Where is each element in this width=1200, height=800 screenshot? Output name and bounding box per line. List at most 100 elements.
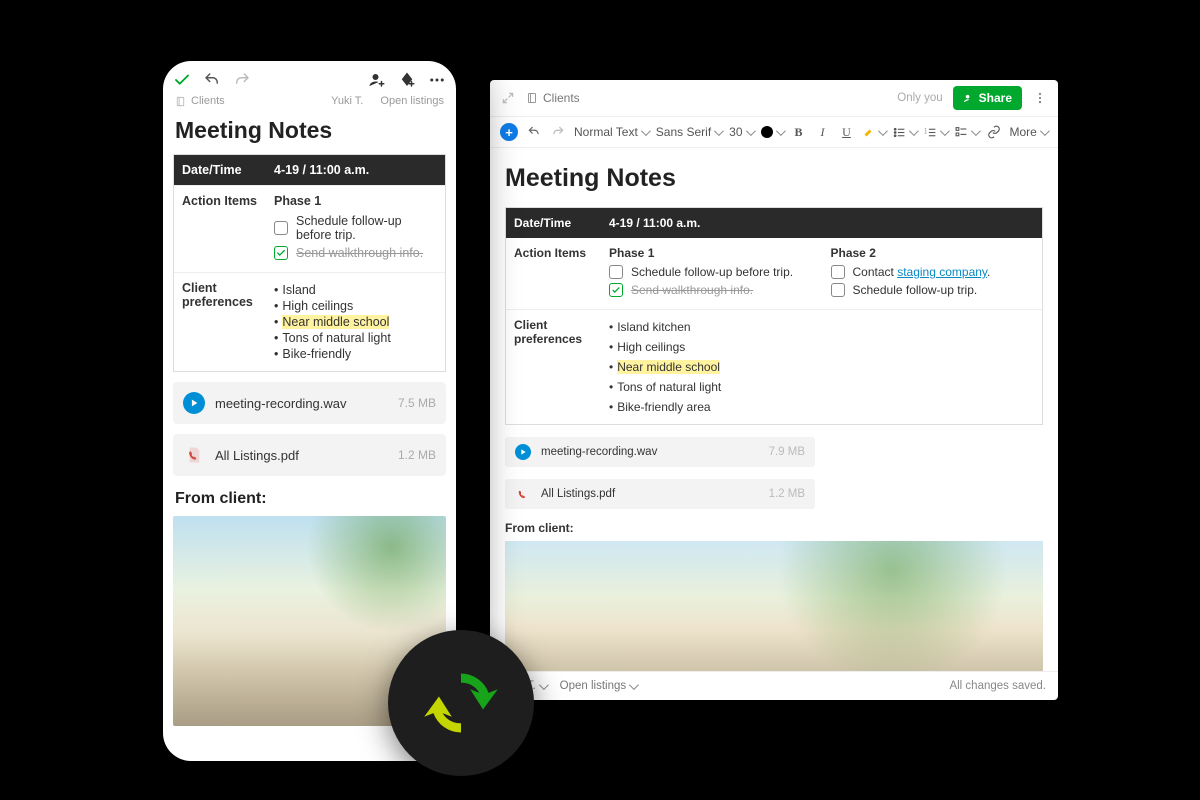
preferences-cell[interactable]: •Island kitchen •High ceilings •Near mid…: [601, 310, 1042, 424]
redo-icon[interactable]: [550, 124, 566, 140]
checkbox-unchecked-icon[interactable]: [831, 265, 845, 279]
sync-icon: [415, 657, 507, 749]
link-icon[interactable]: [986, 124, 1002, 140]
svg-text:2: 2: [924, 131, 926, 135]
task-text: Schedule follow-up before trip.: [296, 214, 437, 242]
attachment-name: All Listings.pdf: [541, 488, 615, 500]
mobile-notebook-crumb[interactable]: Clients: [175, 95, 225, 107]
undo-icon[interactable]: [203, 71, 221, 89]
task-text: Contact staging company.: [853, 265, 991, 279]
bullet-item: •Bike-friendly: [274, 347, 437, 361]
action-items-row: Action Items Phase 1 Schedule follow-up …: [174, 186, 445, 273]
desktop-note-title[interactable]: Meeting Notes: [505, 164, 1043, 193]
task-text: Send walkthrough info.: [631, 283, 753, 297]
more-format-select[interactable]: More: [1010, 125, 1047, 139]
mobile-note-title[interactable]: Meeting Notes: [163, 113, 456, 154]
font-size-select[interactable]: 30: [729, 125, 752, 139]
preferences-cell[interactable]: •Island •High ceilings •Near middle scho…: [266, 273, 445, 371]
task-row[interactable]: Schedule follow-up before trip.: [609, 265, 813, 279]
more-vertical-icon[interactable]: [1032, 90, 1048, 106]
footer-tag-select[interactable]: Open listings: [560, 680, 636, 692]
mobile-user-label[interactable]: Yuki T.: [331, 95, 363, 107]
action-items-row: Action Items Phase 1 Schedule follow-up …: [506, 238, 1042, 310]
desktop-footer: Yuki T. Open listings All changes saved.: [490, 671, 1058, 700]
text-color-select[interactable]: [761, 126, 783, 138]
task-row[interactable]: Schedule follow-up trip.: [831, 283, 1035, 297]
datetime-header: Date/Time: [174, 155, 266, 185]
checklist-select[interactable]: [955, 126, 978, 139]
attachment-audio[interactable]: meeting-recording.wav 7.5 MB: [173, 382, 446, 424]
datetime-value[interactable]: 4-19 / 11:00 a.m.: [266, 155, 445, 185]
link-text[interactable]: staging company: [897, 265, 987, 279]
share-button-label: Share: [979, 91, 1012, 105]
bullet-item: •Near middle school: [274, 315, 437, 329]
desktop-notebook-label: Clients: [543, 91, 580, 105]
mobile-meta: Yuki T. Open listings: [331, 95, 444, 107]
play-icon[interactable]: [183, 392, 205, 414]
desktop-titlebar: Clients Only you Share: [490, 80, 1058, 117]
numbered-list-select[interactable]: 12: [924, 126, 947, 139]
share-button[interactable]: Share: [953, 86, 1022, 110]
preferences-label: Client preferences: [506, 310, 601, 424]
checkbox-checked-icon[interactable]: [274, 246, 288, 260]
underline-icon[interactable]: U: [839, 124, 855, 140]
highlight-select[interactable]: [863, 126, 885, 138]
task-text: Schedule follow-up before trip.: [631, 265, 793, 279]
task-row[interactable]: Send walkthrough info.: [274, 246, 437, 260]
desktop-table: Date/Time 4-19 / 11:00 a.m. Action Items…: [505, 207, 1043, 425]
action-items-cell[interactable]: Phase 1 Schedule follow-up before trip. …: [601, 238, 1042, 309]
desktop-window: Clients Only you Share + Normal Text San…: [490, 80, 1058, 700]
insert-button[interactable]: +: [500, 123, 518, 141]
mobile-tag-label[interactable]: Open listings: [380, 95, 444, 107]
mobile-notebook-label: Clients: [191, 95, 225, 107]
bullet-item: •Island kitchen: [609, 320, 1034, 334]
font-family-select[interactable]: Sans Serif: [656, 125, 721, 139]
checkbox-unchecked-icon[interactable]: [609, 265, 623, 279]
paragraph-style-select[interactable]: Normal Text: [574, 125, 648, 139]
phase-1-column: Phase 1 Schedule follow-up before trip. …: [609, 246, 813, 301]
bullet-list-select[interactable]: [893, 126, 916, 139]
task-text: Send walkthrough info.: [296, 246, 423, 260]
checkbox-unchecked-icon[interactable]: [831, 283, 845, 297]
format-toolbar: + Normal Text Sans Serif 30 B I U 12 Mor…: [490, 117, 1058, 148]
attachment-pdf[interactable]: All Listings.pdf 1.2 MB: [505, 479, 815, 509]
bullet-item: •Near middle school: [609, 360, 1034, 374]
datetime-value[interactable]: 4-19 / 11:00 a.m.: [601, 208, 1042, 238]
attachment-size: 7.5 MB: [398, 396, 436, 410]
task-row[interactable]: Contact staging company.: [831, 265, 1035, 279]
undo-icon[interactable]: [526, 124, 542, 140]
add-person-icon[interactable]: [368, 71, 386, 89]
add-tag-icon[interactable]: [398, 71, 416, 89]
from-client-heading: From client:: [505, 521, 1043, 535]
bullet-item: •High ceilings: [609, 340, 1034, 354]
redo-icon[interactable]: [233, 71, 251, 89]
phase-1-label: Phase 1: [609, 246, 813, 260]
checkmark-icon[interactable]: [173, 71, 191, 89]
table-header-row: Date/Time 4-19 / 11:00 a.m.: [506, 208, 1042, 238]
task-row[interactable]: Schedule follow-up before trip.: [274, 214, 437, 242]
datetime-header: Date/Time: [506, 208, 601, 238]
attachment-audio[interactable]: meeting-recording.wav 7.9 MB: [505, 437, 815, 467]
expand-icon[interactable]: [500, 90, 516, 106]
attachment-pdf[interactable]: All Listings.pdf 1.2 MB: [173, 434, 446, 476]
task-row[interactable]: Send walkthrough info.: [609, 283, 813, 297]
mobile-toolbar: [163, 61, 456, 95]
action-items-cell[interactable]: Phase 1 Schedule follow-up before trip. …: [266, 186, 445, 272]
table-header-row: Date/Time 4-19 / 11:00 a.m.: [174, 155, 445, 186]
visibility-label: Only you: [897, 92, 942, 104]
play-icon[interactable]: [515, 444, 531, 460]
checkbox-checked-icon[interactable]: [609, 283, 623, 297]
checkbox-unchecked-icon[interactable]: [274, 221, 288, 235]
italic-icon[interactable]: I: [815, 124, 831, 140]
preferences-label: Client preferences: [174, 273, 266, 371]
bold-icon[interactable]: B: [791, 124, 807, 140]
attachment-name: meeting-recording.wav: [541, 446, 657, 458]
desktop-notebook-crumb[interactable]: Clients: [526, 91, 580, 105]
mobile-breadcrumb-row: Clients Yuki T. Open listings: [163, 95, 456, 113]
bullet-item: •Bike-friendly area: [609, 400, 1034, 414]
editor-body[interactable]: Meeting Notes Date/Time 4-19 / 11:00 a.m…: [490, 148, 1058, 671]
task-text: Schedule follow-up trip.: [853, 283, 978, 297]
more-icon[interactable]: [428, 71, 446, 89]
preferences-row: Client preferences •Island kitchen •High…: [506, 310, 1042, 424]
client-image[interactable]: [505, 541, 1043, 671]
